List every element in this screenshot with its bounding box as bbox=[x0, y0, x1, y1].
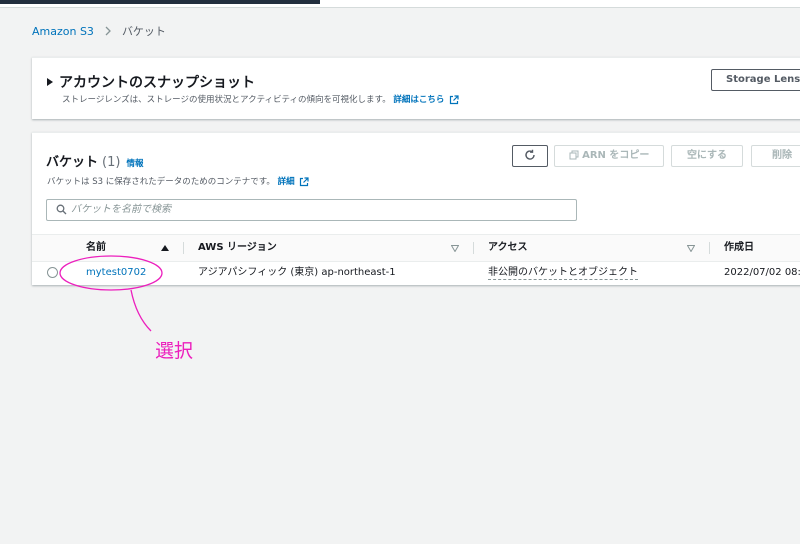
annotation-label: 選択 bbox=[155, 340, 194, 362]
annotation-ellipse bbox=[59, 255, 163, 291]
annotation-overlay bbox=[59, 255, 163, 332]
annotation-connector bbox=[130, 289, 152, 332]
